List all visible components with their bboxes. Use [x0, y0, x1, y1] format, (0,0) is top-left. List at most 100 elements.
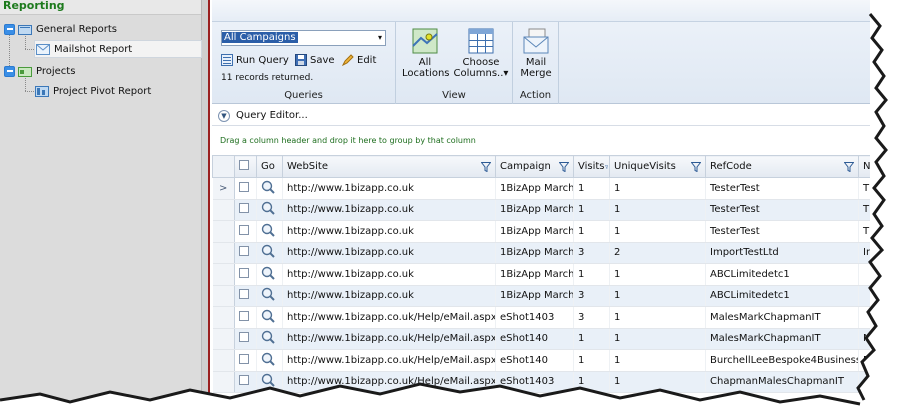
query-editor-toggle[interactable]: ▼ Query Editor...: [212, 106, 870, 126]
row-checkbox[interactable]: [239, 310, 249, 321]
go-cell[interactable]: [256, 242, 283, 264]
uniquevisits-cell: 1: [609, 220, 706, 243]
reporting-tree-panel: Reporting General Reports Mailshot Repor…: [0, 0, 202, 400]
column-header-name[interactable]: Na: [858, 155, 870, 178]
tree-item-mailshot-report[interactable]: Mailshot Report: [34, 40, 202, 58]
filter-icon[interactable]: [481, 161, 491, 172]
mail-merge-button[interactable]: Mail Merge: [517, 28, 555, 79]
dropdown-arrow-icon[interactable]: ▾: [378, 31, 382, 45]
tree-item-general-reports[interactable]: General Reports: [4, 20, 117, 38]
row-select-cell[interactable]: [234, 306, 257, 329]
group-label-view: View: [442, 90, 466, 101]
choose-columns-button[interactable]: Choose Columns..▾: [452, 28, 510, 79]
filter-icon[interactable]: [844, 161, 854, 172]
table-row[interactable]: http://www.1bizapp.co.uk/Help/eMail.aspx…: [212, 328, 870, 350]
refcode-cell: MalesMarkChapmanIT: [705, 328, 859, 350]
uniquevisits-cell: 1: [609, 371, 706, 393]
table-row[interactable]: http://www.1bizapp.co.uk 1BizApp March 1 1 T…: [212, 199, 870, 221]
table-row[interactable]: http://www.1bizapp.co.uk/Help/eMail.aspx…: [212, 371, 870, 393]
refcode-cell: ABCLimitedetc1: [705, 263, 859, 286]
filter-icon[interactable]: [604, 162, 608, 172]
row-select-cell[interactable]: [234, 371, 257, 393]
row-checkbox[interactable]: [239, 246, 249, 257]
table-row[interactable]: http://www.1bizapp.co.uk 1BizApp March 3 1 A…: [212, 285, 870, 307]
row-checkbox[interactable]: [239, 267, 249, 278]
row-indicator: [212, 306, 235, 329]
row-select-cell[interactable]: [234, 177, 257, 200]
all-locations-button[interactable]: All Locations: [402, 28, 450, 79]
collapse-icon[interactable]: [4, 23, 15, 35]
name-cell: [858, 306, 870, 329]
magnifier-icon[interactable]: [261, 201, 275, 215]
select-all-header[interactable]: [234, 155, 257, 178]
go-cell[interactable]: [256, 371, 283, 393]
magnifier-icon[interactable]: [261, 287, 275, 301]
go-cell[interactable]: [256, 306, 283, 329]
row-checkbox[interactable]: [239, 224, 249, 235]
row-select-cell[interactable]: [234, 328, 257, 350]
row-checkbox[interactable]: [239, 353, 249, 364]
magnifier-icon[interactable]: [261, 352, 275, 366]
group-by-hint: Drag a column header and drop it here to…: [212, 128, 870, 154]
row-select-cell[interactable]: [234, 199, 257, 221]
magnifier-icon[interactable]: [261, 244, 275, 258]
go-cell[interactable]: [256, 349, 283, 372]
table-row[interactable]: http://www.1bizapp.co.uk 1BizApp March 1 1 A…: [212, 263, 870, 286]
pencil-icon: [342, 54, 354, 66]
go-cell[interactable]: [256, 263, 283, 286]
row-checkbox[interactable]: [239, 332, 249, 343]
magnifier-icon[interactable]: [261, 330, 275, 344]
column-header-uniquevisits[interactable]: UniqueVisits: [609, 155, 706, 178]
filter-icon[interactable]: [559, 161, 569, 172]
row-checkbox[interactable]: [239, 203, 249, 214]
tree-item-project-pivot-report[interactable]: Project Pivot Report: [34, 82, 151, 100]
save-button[interactable]: Save: [295, 54, 335, 66]
visits-cell: 3: [573, 285, 610, 307]
row-checkbox[interactable]: [239, 289, 249, 300]
table-row[interactable]: http://www.1bizapp.co.uk/Help/eMail.aspx…: [212, 306, 870, 329]
run-query-button[interactable]: Run Query: [221, 54, 289, 66]
row-select-cell[interactable]: [234, 242, 257, 264]
mail-merge-envelope-icon: [523, 28, 549, 54]
magnifier-icon[interactable]: [261, 373, 275, 387]
go-cell[interactable]: [256, 199, 283, 221]
campaign-select[interactable]: All Campaigns ▾: [221, 30, 386, 46]
row-select-cell[interactable]: [234, 285, 257, 307]
go-cell[interactable]: [256, 177, 283, 200]
row-checkbox[interactable]: [239, 375, 249, 386]
table-row[interactable]: http://www.1bizapp.co.uk 1BizApp March 3 2 I…: [212, 242, 870, 264]
row-select-cell[interactable]: [234, 220, 257, 243]
save-disk-icon: [295, 54, 307, 66]
name-cell: [858, 263, 870, 286]
column-header-website[interactable]: WebSite: [282, 155, 496, 178]
row-checkbox[interactable]: [239, 181, 249, 192]
row-select-cell[interactable]: [234, 349, 257, 372]
collapse-icon[interactable]: [4, 65, 15, 77]
go-cell[interactable]: [256, 328, 283, 350]
edit-button[interactable]: Edit: [342, 54, 376, 66]
magnifier-icon[interactable]: [261, 223, 275, 237]
column-header-campaign[interactable]: Campaign: [495, 155, 574, 178]
column-header-refcode[interactable]: RefCode: [705, 155, 859, 178]
view-group: All Locations Choose Columns..▾ View: [396, 22, 513, 104]
magnifier-icon[interactable]: [261, 266, 275, 280]
magnifier-icon[interactable]: [261, 309, 275, 323]
panel-splitter[interactable]: [202, 0, 210, 400]
select-all-checkbox[interactable]: [239, 160, 249, 170]
filter-icon[interactable]: [691, 161, 701, 172]
visits-cell: 1: [573, 263, 610, 286]
website-cell: http://www.1bizapp.co.uk: [282, 263, 496, 286]
chevron-down-icon[interactable]: ▼: [218, 109, 230, 122]
column-header-visits[interactable]: Visits: [573, 155, 610, 178]
table-row[interactable]: http://www.1bizapp.co.uk 1BizApp March 1 1 T…: [212, 220, 870, 243]
uniquevisits-cell: 2: [609, 242, 706, 264]
go-cell[interactable]: [256, 285, 283, 307]
grid-header-row: Go WebSite Campaign Visits UniqueVisits …: [212, 155, 870, 178]
table-row[interactable]: http://www.1bizapp.co.uk/Help/eMail.aspx…: [212, 349, 870, 372]
row-select-cell[interactable]: [234, 263, 257, 286]
tree-item-projects[interactable]: Projects: [4, 62, 75, 80]
magnifier-icon[interactable]: [261, 180, 275, 194]
table-row[interactable]: > http://www.1bizapp.co.uk 1BizApp March 1 1…: [212, 177, 870, 200]
column-header-go[interactable]: Go: [256, 155, 283, 178]
go-cell[interactable]: [256, 220, 283, 243]
